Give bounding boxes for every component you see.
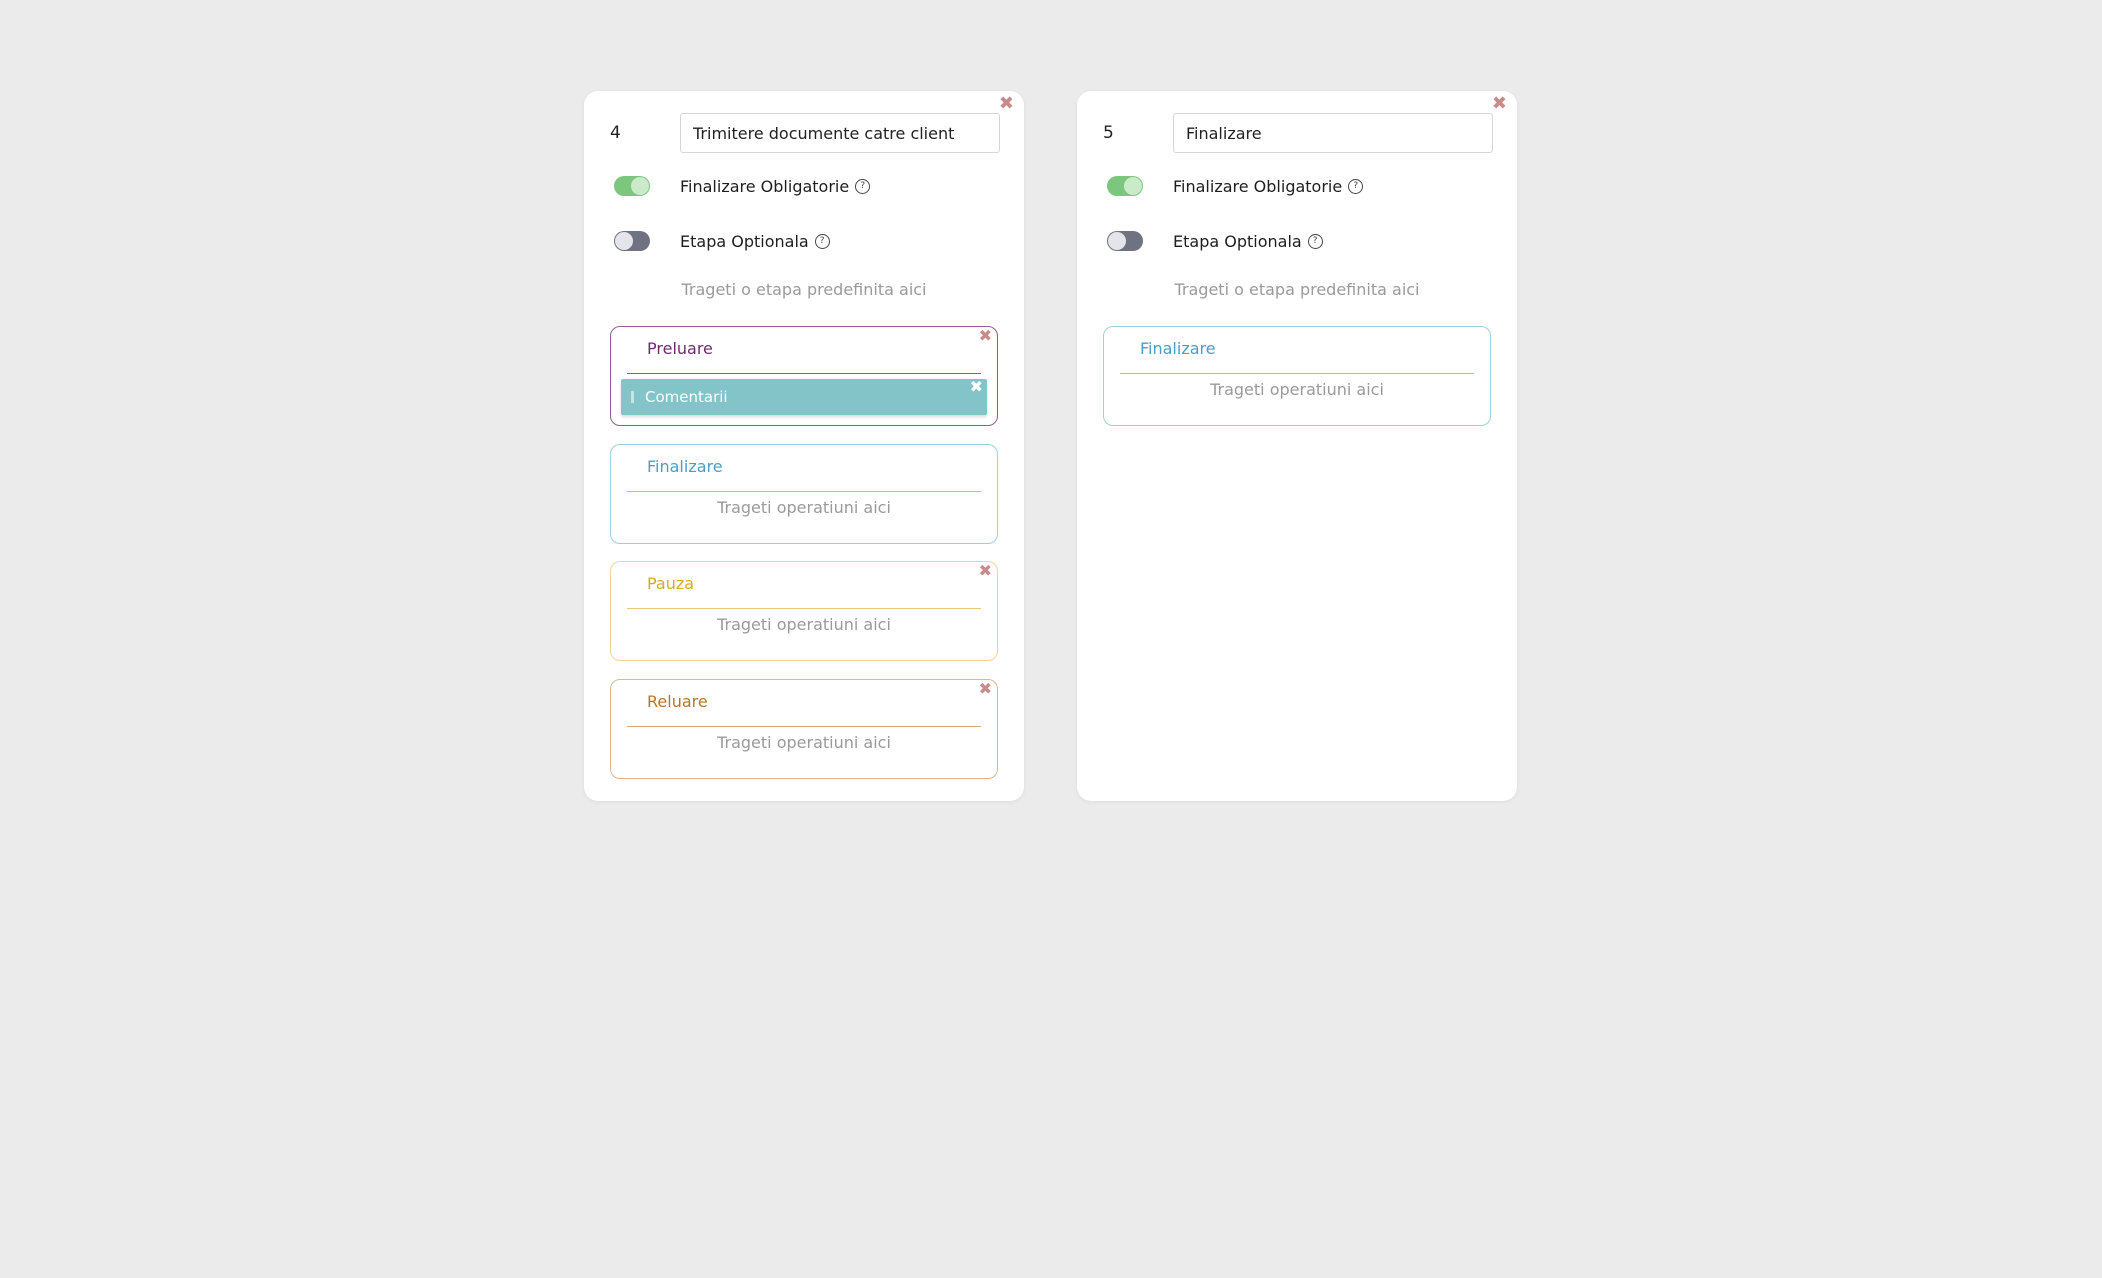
operation-group-title: Preluare [647, 339, 713, 358]
operation-group-title: Reluare [647, 692, 708, 711]
divider [627, 726, 981, 727]
toggle-knob [1124, 177, 1142, 195]
help-icon[interactable]: ? [1348, 178, 1364, 194]
divider [1120, 373, 1474, 374]
step-number: 5 [1103, 123, 1114, 143]
remove-operation-icon[interactable]: ✖ [970, 379, 983, 395]
operation-group-finalizare[interactable]: Finalizare Trageti operatiuni aici [610, 444, 998, 544]
operation-group-pauza[interactable]: Pauza ✖ Trageti operatiuni aici [610, 561, 998, 661]
optional-step-label: Etapa Optionala [1173, 231, 1302, 251]
step-name-input[interactable] [680, 113, 1000, 153]
optional-step-toggle[interactable] [1107, 231, 1143, 251]
predefined-step-drop-hint: Trageti o etapa predefinita aici [1174, 280, 1420, 299]
mandatory-completion-toggle[interactable] [614, 176, 650, 196]
close-step-icon[interactable]: ✖ [999, 95, 1014, 113]
operation-chip-label: Comentarii [645, 388, 728, 406]
operation-group-title: Finalizare [647, 457, 723, 476]
toggle-knob [631, 177, 649, 195]
help-icon[interactable]: ? [1307, 233, 1323, 249]
drag-handle-icon[interactable] [631, 391, 634, 403]
optional-step-row: Etapa Optionala ? [1107, 229, 1323, 253]
close-step-icon[interactable]: ✖ [1492, 95, 1507, 113]
toggle-knob [1108, 232, 1126, 250]
operations-drop-hint: Trageti operatiuni aici [717, 498, 891, 517]
optional-step-label: Etapa Optionala [680, 231, 809, 251]
operations-drop-hint: Trageti operatiuni aici [1210, 380, 1384, 399]
close-operation-group-icon[interactable]: ✖ [979, 681, 992, 697]
step-header: 4 [610, 113, 1000, 153]
step-card-5: ✖ 5 Finalizare Obligatorie ? Etapa Optio… [1077, 91, 1517, 801]
operation-group-preluare[interactable]: Preluare ✖ Comentarii ✖ [610, 326, 998, 426]
help-icon[interactable]: ? [855, 178, 871, 194]
divider [627, 373, 981, 374]
mandatory-completion-label: Finalizare Obligatorie [1173, 176, 1343, 196]
operation-group-finalizare[interactable]: Finalizare Trageti operatiuni aici [1103, 326, 1491, 426]
mandatory-completion-toggle[interactable] [1107, 176, 1143, 196]
optional-step-row: Etapa Optionala ? [614, 229, 830, 253]
operation-group-title: Finalizare [1140, 339, 1216, 358]
step-number: 4 [610, 123, 621, 143]
step-header: 5 [1103, 113, 1493, 153]
mandatory-completion-label: Finalizare Obligatorie [680, 176, 850, 196]
operation-chip-comentarii[interactable]: Comentarii ✖ [621, 379, 987, 415]
mandatory-completion-row: Finalizare Obligatorie ? [614, 174, 871, 198]
help-icon[interactable]: ? [814, 233, 830, 249]
step-card-4: ✖ 4 Finalizare Obligatorie ? Etapa Optio… [584, 91, 1024, 801]
mandatory-completion-row: Finalizare Obligatorie ? [1107, 174, 1364, 198]
step-name-input[interactable] [1173, 113, 1493, 153]
toggle-knob [615, 232, 633, 250]
close-operation-group-icon[interactable]: ✖ [979, 563, 992, 579]
optional-step-toggle[interactable] [614, 231, 650, 251]
close-operation-group-icon[interactable]: ✖ [979, 328, 992, 344]
divider [627, 491, 981, 492]
workflow-editor: ✖ 4 Finalizare Obligatorie ? Etapa Optio… [0, 0, 2102, 1278]
operations-drop-hint: Trageti operatiuni aici [717, 733, 891, 752]
operation-group-title: Pauza [647, 574, 695, 593]
operation-group-reluare[interactable]: Reluare ✖ Trageti operatiuni aici [610, 679, 998, 779]
divider [627, 608, 981, 609]
predefined-step-drop-hint: Trageti o etapa predefinita aici [681, 280, 927, 299]
operations-drop-hint: Trageti operatiuni aici [717, 615, 891, 634]
